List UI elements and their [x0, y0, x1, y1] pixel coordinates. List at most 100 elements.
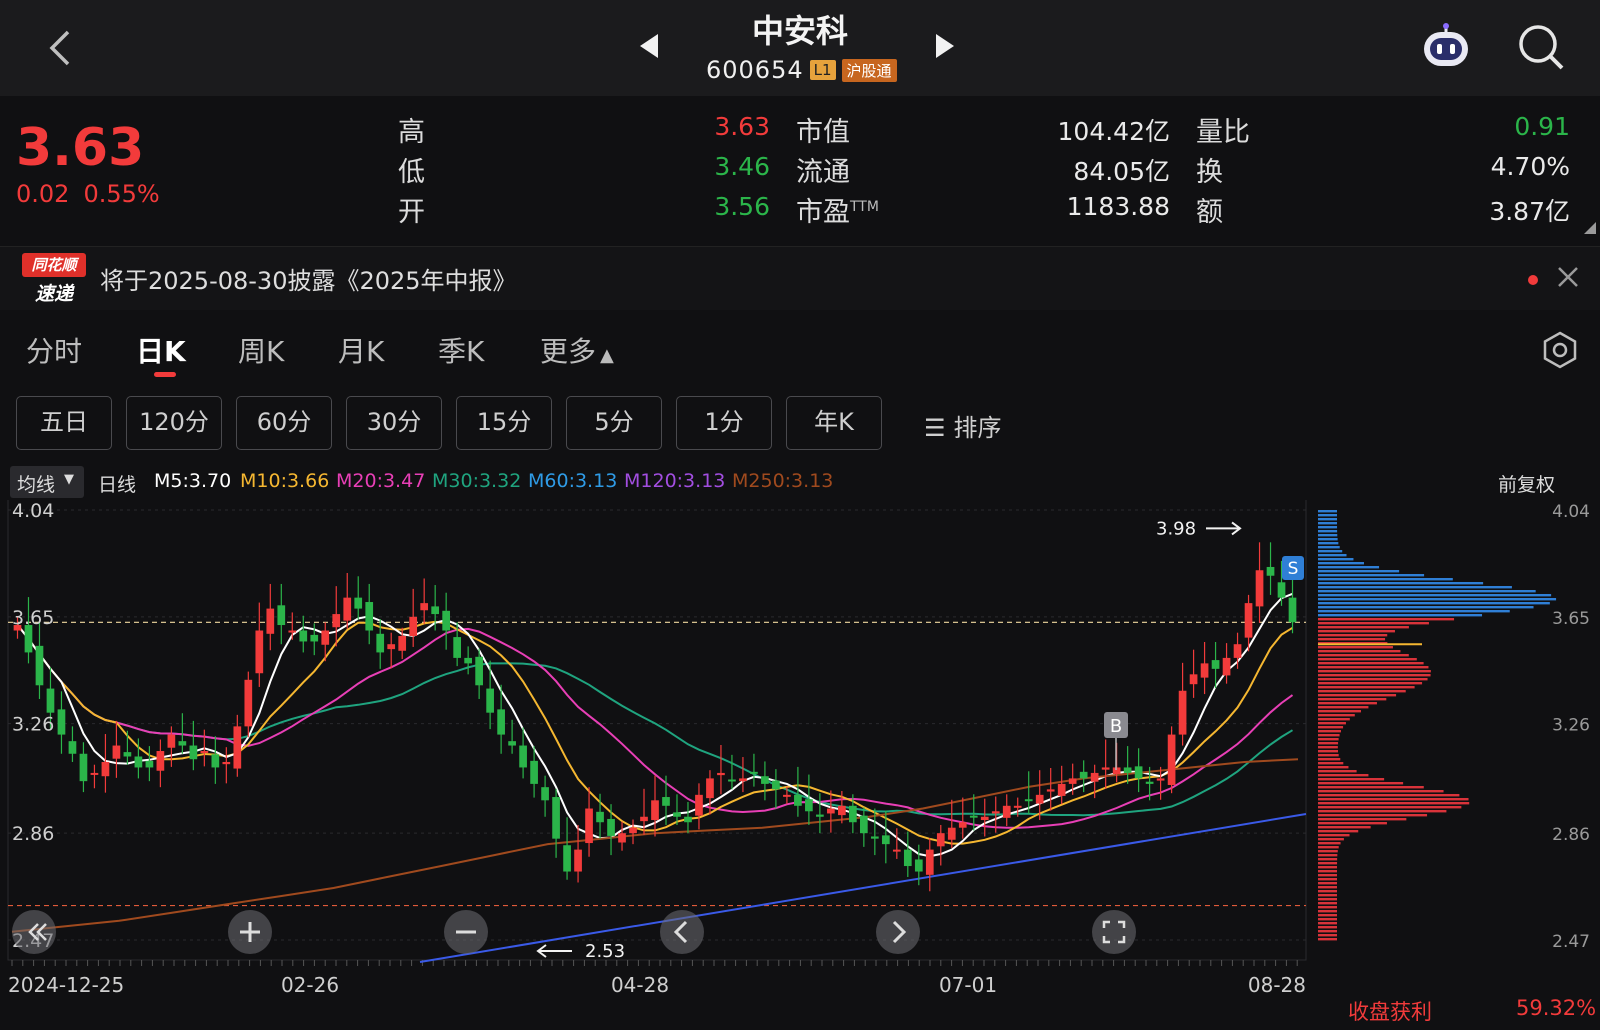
rewind-icon[interactable] — [12, 910, 56, 954]
btn-30m[interactable]: 30分 — [346, 396, 442, 450]
candle-body — [1145, 781, 1154, 784]
low-label: 低 — [398, 157, 425, 188]
ma-lines — [11, 592, 1307, 963]
turnover-value: 4.70% — [1490, 152, 1570, 181]
candle-body — [79, 753, 88, 782]
x-tick-label: 2024-12-25 — [8, 973, 124, 997]
candle-body — [969, 815, 978, 818]
notice-text[interactable]: 将于2025-08-30披露《2025年中报》 — [100, 261, 517, 296]
candle-body — [827, 808, 835, 814]
candle-body — [607, 818, 615, 836]
btn-60m[interactable]: 60分 — [236, 396, 332, 450]
candle-body — [838, 805, 846, 816]
pe-label: 市盈TTM — [796, 197, 879, 228]
tab-daily-k[interactable]: 日K — [136, 330, 186, 370]
candle-body — [1167, 734, 1176, 785]
open-value: 3.56 — [714, 192, 770, 221]
profile-bar — [1318, 886, 1337, 889]
candle-body — [541, 787, 549, 801]
profile-bar — [1318, 826, 1371, 829]
settings-hexagon-icon[interactable] — [1540, 330, 1580, 370]
prev-stock-icon[interactable] — [640, 34, 658, 58]
profile-bar — [1318, 690, 1406, 693]
tab-more[interactable]: 更多 ▲ — [540, 330, 614, 370]
x-axis-labels: 2024-12-25 02-26 04-28 07-01 08-28 — [8, 973, 1306, 997]
btn-15m[interactable]: 15分 — [456, 396, 552, 450]
candle-body — [1024, 799, 1033, 802]
candle-body — [387, 644, 396, 650]
tab-weekly-k[interactable]: 周K — [238, 330, 284, 370]
candle-body — [1288, 597, 1297, 623]
candle-body — [68, 741, 77, 754]
candle-body — [35, 645, 44, 686]
candle-body — [255, 630, 264, 674]
high-marker-label: 3.98 — [1156, 518, 1196, 539]
profile-bar — [1318, 850, 1338, 853]
ma-selector[interactable]: 均线 ▼ — [10, 466, 84, 498]
btn-year-k[interactable]: 年K — [786, 396, 882, 450]
candle-body — [266, 608, 275, 634]
candle-body — [925, 849, 934, 875]
period-label: 日线 — [98, 474, 137, 496]
btn-five-day[interactable]: 五日 — [16, 396, 112, 450]
back-chevron-icon[interactable] — [40, 26, 84, 70]
candle-body — [794, 794, 802, 806]
close-icon[interactable] — [1554, 263, 1582, 291]
adjust-label[interactable]: 前复权 — [1498, 470, 1555, 497]
profile-bar — [1318, 538, 1338, 541]
profile-bar — [1318, 926, 1337, 929]
candle-body — [805, 799, 813, 812]
sort-button[interactable]: ☰ 排序 — [924, 408, 1002, 443]
scroll-left-icon[interactable] — [660, 910, 704, 954]
profile-bar — [1318, 806, 1462, 809]
unread-dot — [1528, 275, 1538, 285]
profile-bar — [1318, 734, 1340, 737]
next-stock-icon[interactable] — [936, 34, 954, 58]
profile-bar — [1318, 754, 1339, 757]
btn-5m[interactable]: 5分 — [566, 396, 662, 450]
scroll-right-icon[interactable] — [876, 910, 920, 954]
robot-assistant-icon[interactable] — [1420, 22, 1472, 70]
ma5-label: M5:3.70 — [154, 470, 232, 492]
fullscreen-icon[interactable] — [1092, 910, 1136, 954]
search-icon[interactable] — [1516, 22, 1566, 72]
profile-bar — [1318, 694, 1397, 697]
profile-bar — [1318, 782, 1404, 785]
btn-120m[interactable]: 120分 — [126, 396, 222, 450]
pe-ttm-sup: TTM — [850, 199, 879, 215]
amount-label: 额 — [1196, 197, 1223, 228]
candle-body — [244, 679, 253, 727]
tab-fenshi[interactable]: 分时 — [26, 330, 82, 370]
candle-body — [200, 751, 209, 754]
y-tick-label-right: 3.26 — [1552, 716, 1590, 736]
notice-bar[interactable]: 同花顺 速递 将于2025-08-30披露《2025年中报》 — [0, 246, 1600, 310]
candle-body — [1189, 674, 1198, 685]
caret-up-icon: ▲ — [600, 345, 614, 366]
profile-bar — [1318, 522, 1338, 525]
tab-quarterly-k[interactable]: 季K — [438, 330, 484, 370]
zoom-in-icon[interactable] — [228, 910, 272, 954]
profile-bar — [1318, 786, 1424, 789]
profile-bar — [1318, 606, 1534, 609]
candle-body — [442, 610, 451, 631]
tab-monthly-k[interactable]: 月K — [338, 330, 384, 370]
profile-bar — [1318, 614, 1483, 617]
candle-body — [134, 756, 143, 768]
btn-1m[interactable]: 1分 — [676, 396, 772, 450]
profile-bar — [1318, 918, 1337, 921]
candle-body — [156, 751, 165, 771]
change-value: 0.02 — [16, 180, 70, 208]
candle-body — [409, 616, 418, 636]
candle-body — [24, 625, 33, 653]
last-price: 3.63 — [16, 118, 145, 178]
expand-corner-icon[interactable] — [1584, 222, 1596, 234]
kline-chart-area[interactable]: 4.044.043.653.653.263.262.862.862.472.47… — [0, 491, 1600, 1030]
stock-code-line: 600654 L1 沪股通 — [706, 56, 897, 84]
closing-profit-value: 59.32% — [1516, 996, 1597, 1020]
profile-bar — [1318, 726, 1344, 729]
candle-body — [233, 726, 242, 769]
candle-body — [1244, 603, 1253, 638]
zoom-out-icon[interactable] — [444, 910, 488, 954]
candle-body — [222, 761, 231, 765]
float-label: 流通 — [796, 157, 850, 188]
